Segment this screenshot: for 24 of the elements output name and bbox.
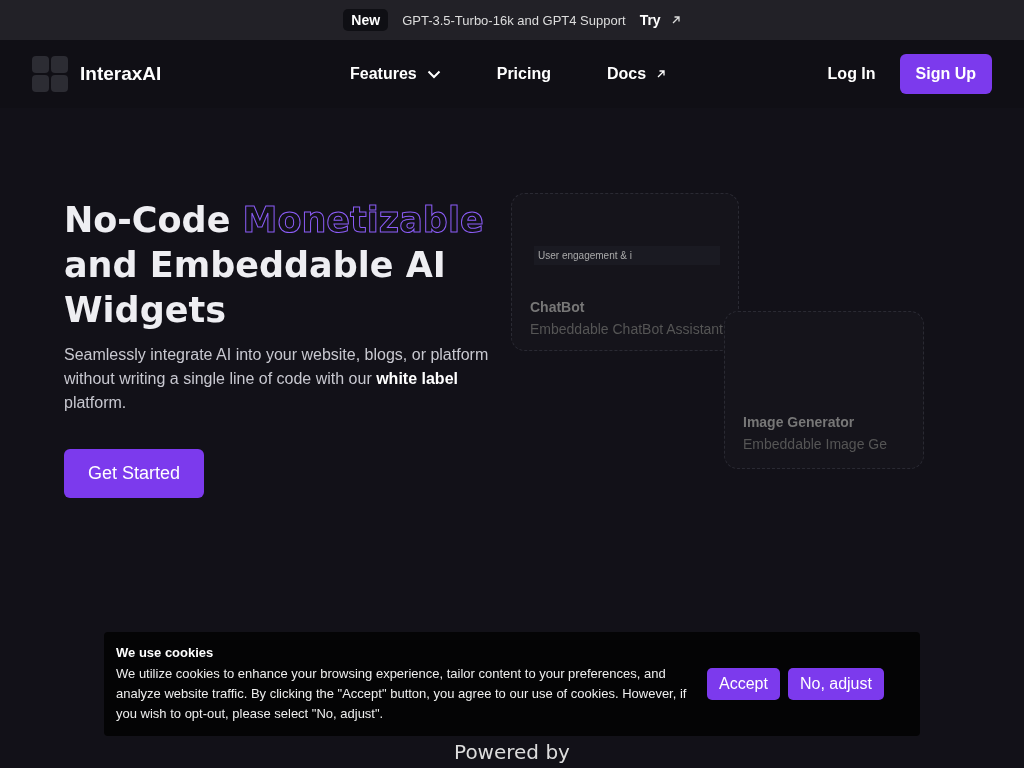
nav-link[interactable]: Docs xyxy=(606,65,667,83)
signup-button[interactable]: Sign Up xyxy=(899,54,992,94)
external-arrow-icon xyxy=(670,15,681,25)
logo-icon xyxy=(32,56,68,92)
new-badge: New xyxy=(343,9,389,31)
announcement-text: GPT-3.5-Turbo-16k and GPT4 Support xyxy=(402,12,626,28)
powered-by-text: Powered by xyxy=(453,740,571,764)
try-link[interactable]: Try xyxy=(639,12,681,28)
cookie-button[interactable]: No, adjust xyxy=(787,668,884,700)
widget-title: ChatBot xyxy=(530,299,586,315)
widget-subtitle: Embeddable Image Ge xyxy=(743,436,888,452)
widget-title: Image Generator xyxy=(743,414,856,430)
external-arrow-icon xyxy=(656,69,667,79)
get-started-button[interactable]: Get Started xyxy=(64,449,205,498)
nav-link[interactable]: Features xyxy=(350,65,441,83)
nav-link[interactable]: Pricing xyxy=(496,65,551,83)
hero-description: Seamlessly integrate AI into your website, blogs, or platform without writing a single line of code with our white label platform. xyxy=(64,345,490,413)
hero-title: No-Code Monetizable and Embeddable AI Widgets xyxy=(64,199,485,332)
chevron-down-icon xyxy=(426,69,441,79)
cookie-button[interactable]: Accept xyxy=(707,668,780,700)
brand-name: InteraxAI xyxy=(80,63,162,85)
cookie-text: We utilize cookies to enhance your browsing experience, tailor content to your preferences, and analyze website traffic. By clicking the "Accept" button, you agree to our use of cookies. However, if you wish to opt-out, please select "No, adjust". xyxy=(116,664,688,723)
cookie-title: We use cookies xyxy=(116,644,215,660)
login-link[interactable]: Log In xyxy=(827,65,876,83)
